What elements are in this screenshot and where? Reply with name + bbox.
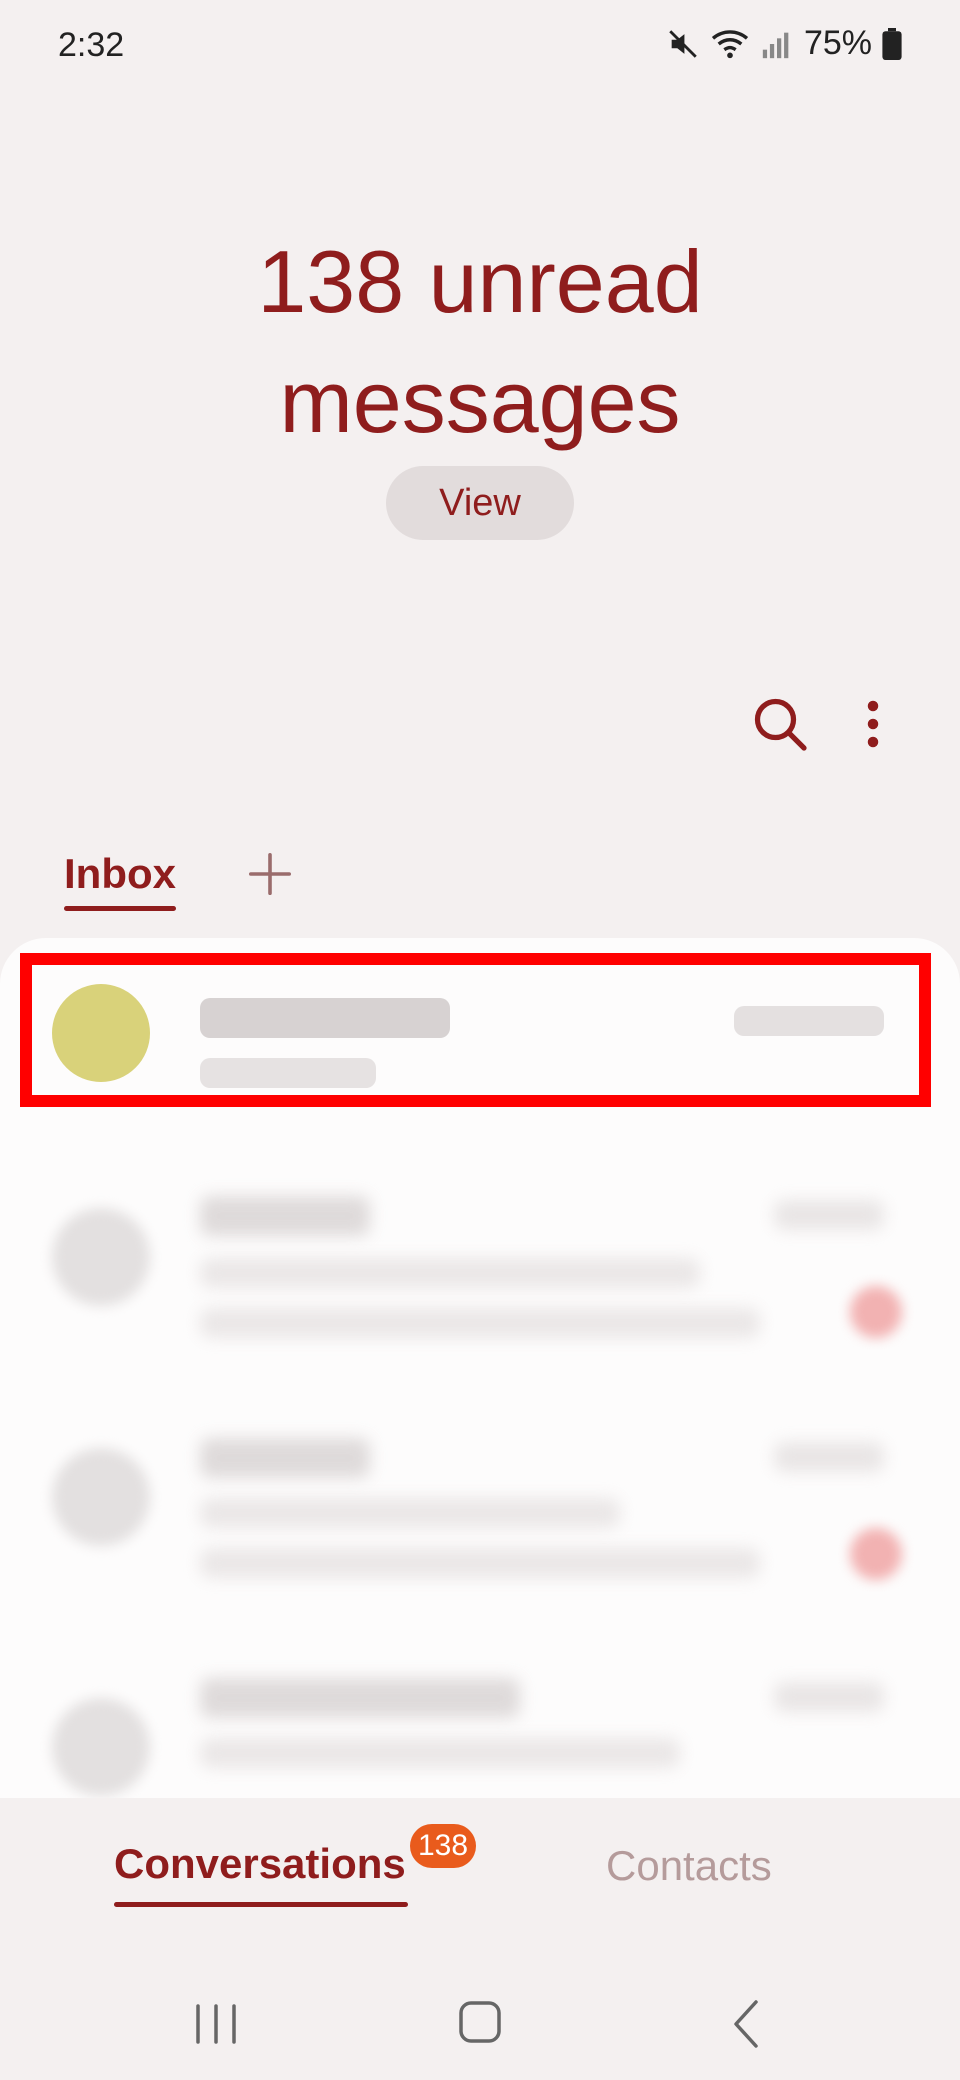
- highlight-box: [20, 953, 931, 1107]
- status-bar: 2:32 75%: [0, 0, 960, 96]
- status-icons: 75%: [666, 24, 902, 63]
- conversation-row[interactable]: [0, 1638, 960, 1798]
- tab-inbox[interactable]: Inbox: [64, 850, 176, 898]
- message-preview-redacted: [200, 1308, 760, 1338]
- unread-count-badge: 138: [410, 1824, 477, 1868]
- title-line-2: messages: [279, 352, 681, 451]
- view-button[interactable]: View: [386, 466, 574, 540]
- tab-conversations-indicator: [114, 1902, 408, 1907]
- status-time: 2:32: [58, 26, 125, 64]
- avatar: [52, 1448, 150, 1546]
- timestamp-redacted: [774, 1442, 884, 1472]
- timestamp-redacted: [774, 1200, 884, 1230]
- system-navigation-bar: [0, 1960, 960, 2080]
- avatar: [52, 1698, 150, 1796]
- message-preview-redacted: [200, 1548, 760, 1578]
- title-line-1: 138 unread: [257, 232, 703, 331]
- unread-count-title: 138 unread messages: [0, 222, 960, 462]
- battery-percent: 75%: [803, 24, 872, 62]
- unread-badge: [850, 1528, 902, 1580]
- home-icon[interactable]: [456, 1998, 504, 2046]
- timestamp-redacted: [774, 1682, 884, 1712]
- signal-icon: [762, 32, 789, 58]
- conversation-row[interactable]: [0, 1158, 960, 1358]
- back-icon[interactable]: [726, 1996, 766, 2052]
- avatar: [52, 1208, 150, 1306]
- recent-apps-icon[interactable]: [190, 2000, 242, 2048]
- battery-icon: [882, 27, 902, 60]
- message-preview-redacted: [200, 1498, 620, 1528]
- bottom-navigation: Conversations 138 Contacts: [0, 1810, 960, 1940]
- search-icon[interactable]: [750, 694, 810, 754]
- tab-inbox-indicator: [64, 906, 176, 911]
- message-preview-redacted: [200, 1258, 700, 1288]
- contact-name-redacted: [200, 1438, 370, 1478]
- tab-conversations[interactable]: Conversations: [114, 1840, 406, 1888]
- mute-icon: [669, 29, 697, 58]
- more-options-icon[interactable]: [858, 694, 888, 754]
- add-category-icon[interactable]: [246, 850, 294, 898]
- contact-name-redacted: [200, 1678, 520, 1718]
- conversation-row[interactable]: [0, 1398, 960, 1598]
- tab-contacts[interactable]: Contacts: [606, 1842, 772, 1890]
- contact-name-redacted: [200, 1196, 370, 1236]
- wifi-icon: [711, 29, 749, 58]
- unread-badge: [850, 1286, 902, 1338]
- message-preview-redacted: [200, 1738, 680, 1768]
